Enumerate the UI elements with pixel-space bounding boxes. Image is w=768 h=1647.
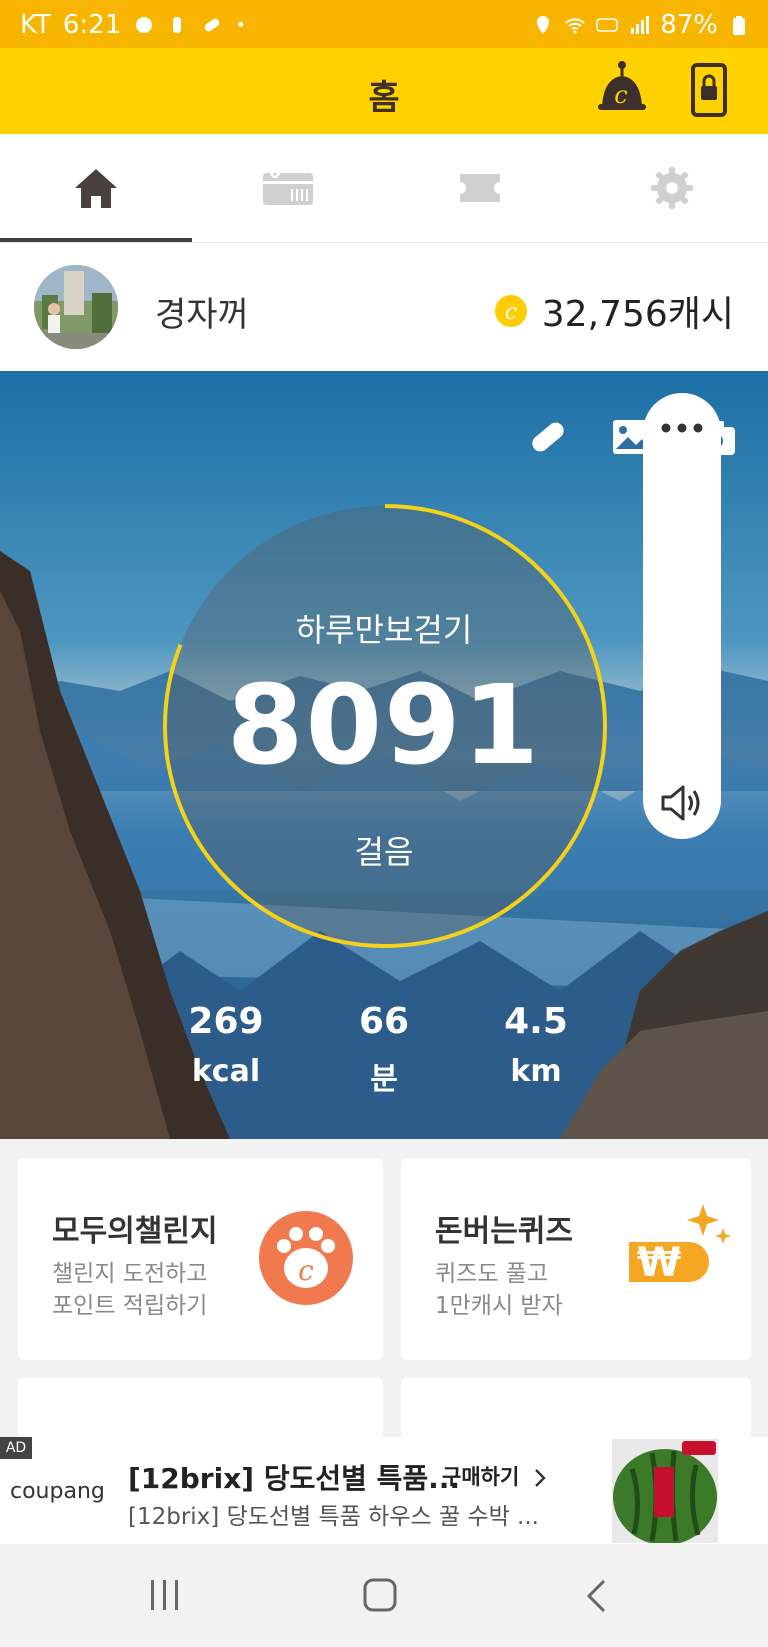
ad-banner[interactable]: AD coupang [12brix] 당도선별 특품... 구매하기 [12b… [0, 1437, 768, 1544]
dot-icon: • [235, 14, 246, 36]
card-subtitle-line: 포인트 적립하기 [52, 1293, 208, 1319]
pill-icon[interactable] [526, 415, 570, 459]
cash-amount: 32,756캐시 [541, 294, 734, 335]
stat-minutes: 66 분 [324, 1001, 444, 1098]
gift-card-icon [263, 172, 313, 205]
ad-badge: AD [0, 1437, 32, 1459]
signal-icon [631, 16, 650, 34]
stat-unit: 분 [370, 1062, 398, 1097]
stat-calories: 269 kcal [166, 1001, 286, 1089]
notification-icon [136, 17, 153, 33]
ticket-icon [460, 174, 500, 202]
card-partial[interactable] [18, 1378, 383, 1438]
tab-settings[interactable] [576, 134, 768, 242]
page-title: 홈 [368, 78, 400, 118]
battery-icon [733, 16, 745, 35]
card-title: 돈버는퀴즈 [435, 1214, 573, 1249]
system-nav-bar [0, 1544, 768, 1647]
username: 경자꺼 [155, 295, 249, 335]
buy-button[interactable]: 구매하기 [442, 1461, 547, 1491]
status-bar: KT 6:21 • 87% [0, 0, 768, 48]
stat-value: 4.5 [504, 1001, 568, 1042]
clock: 6:21 [62, 10, 122, 40]
back-icon[interactable] [584, 1578, 608, 1614]
wifi-icon [565, 18, 585, 34]
home-button-icon[interactable] [362, 1577, 398, 1613]
svg-text:₩: ₩ [637, 1240, 681, 1286]
ad-title[interactable]: [12brix] 당도선별 특품... [128, 1457, 460, 1497]
tab-active-indicator [0, 238, 192, 242]
stat-unit: kcal [191, 1054, 261, 1089]
pill-icon [205, 18, 220, 32]
tab-home[interactable] [0, 134, 192, 242]
ad-product-image[interactable] [612, 1439, 718, 1543]
stat-value: 269 [188, 1001, 264, 1042]
card-title: 모두의챌린지 [52, 1214, 218, 1249]
profile-row[interactable]: 경자꺼 c 32,756캐시 [0, 243, 768, 371]
tab-bar [0, 134, 768, 243]
card-subtitle: 챌린지 도전하고 포인트 적립하기 [52, 1258, 272, 1322]
gear-icon [651, 167, 693, 209]
card-partial[interactable] [401, 1378, 751, 1438]
ad-brand-logo: coupang [10, 1479, 105, 1504]
cash-hat-icon[interactable]: c [594, 60, 650, 116]
location-icon [537, 16, 550, 34]
battery-percent: 87% [660, 10, 718, 40]
walking-icon [173, 17, 182, 33]
card-subtitle-line: 챌린지 도전하고 [52, 1261, 208, 1287]
svg-text:c: c [505, 300, 517, 325]
volume-panel[interactable] [643, 393, 721, 839]
stat-value: 66 [358, 1001, 410, 1042]
quiz-card[interactable]: 돈버는퀴즈 퀴즈도 풀고 1만캐시 받자 ₩ [401, 1158, 751, 1360]
carrier-label: KT [20, 10, 51, 40]
tab-coupon[interactable] [384, 134, 576, 242]
cash-balance[interactable]: c 32,756캐시 [494, 285, 734, 337]
coin-icon: c [494, 295, 527, 327]
stat-distance: 4.5 km [476, 1001, 596, 1089]
step-unit: 걸음 [354, 833, 414, 871]
challenge-card[interactable]: 모두의챌린지 챌린지 도전하고 포인트 적립하기 c [18, 1158, 383, 1360]
hd-icon [596, 18, 619, 32]
svg-text:c: c [298, 1254, 314, 1287]
home-icon [75, 169, 117, 208]
won-sparkle-icon: ₩ [629, 1204, 731, 1286]
volume-icon[interactable] [659, 783, 705, 823]
status-left: KT 6:21 • [20, 10, 246, 40]
status-right: 87% [532, 10, 750, 40]
lock-screen-icon[interactable] [690, 62, 728, 118]
stat-unit: km [510, 1054, 562, 1089]
avatar[interactable] [34, 265, 118, 349]
recent-apps-icon[interactable] [148, 1578, 182, 1612]
ad-description: [12brix] 당도선별 특품 하우스 꿀 수박 ... [128, 1504, 539, 1530]
app-header: 홈 c [0, 48, 768, 134]
more-icon[interactable] [658, 421, 706, 435]
paw-coin-icon: c [259, 1211, 353, 1305]
svg-text:c: c [614, 81, 627, 109]
chevron-right-icon [534, 1469, 546, 1487]
buy-label: 구매하기 [442, 1465, 520, 1489]
tab-gift[interactable] [192, 134, 384, 242]
